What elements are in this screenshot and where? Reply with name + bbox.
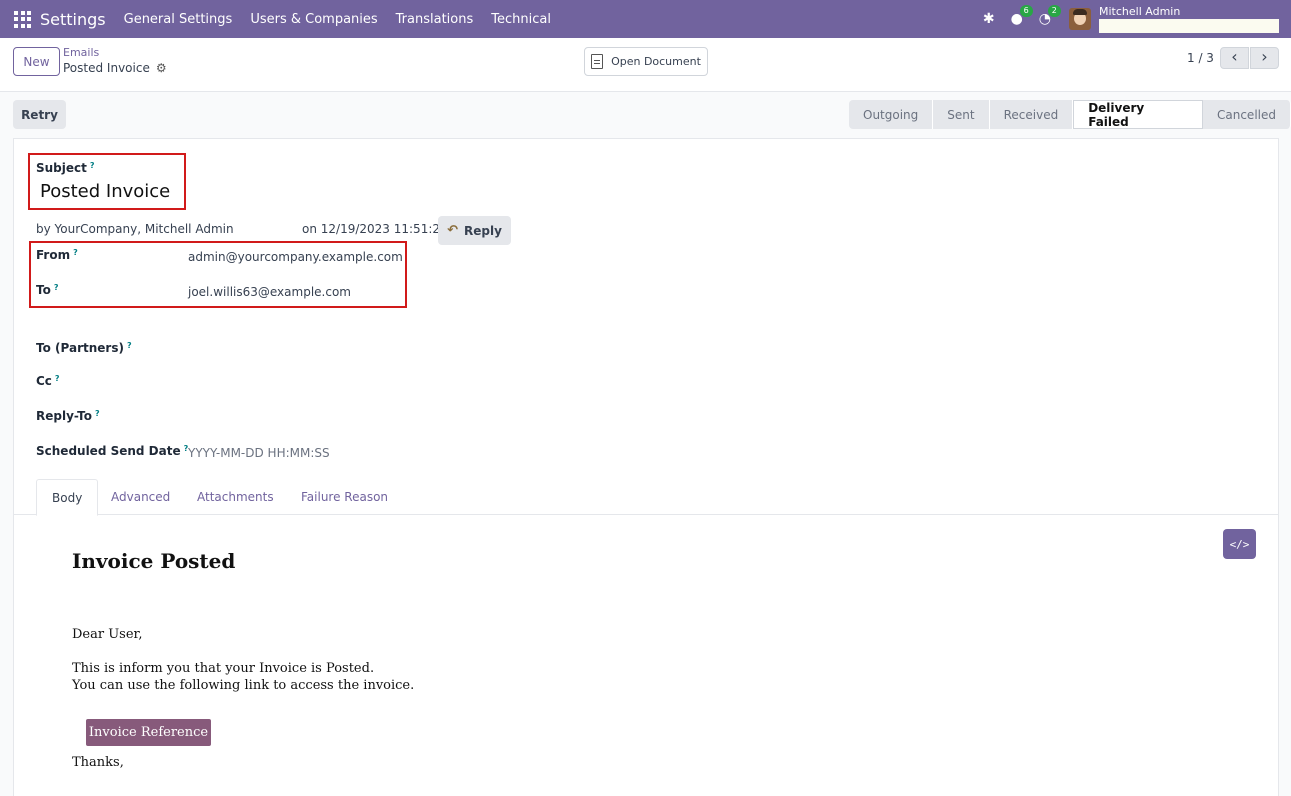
pager-next-button[interactable]: › bbox=[1250, 47, 1279, 69]
bug-icon[interactable]: ✱ bbox=[983, 11, 995, 27]
email-line-1: This is inform you that your Invoice is … bbox=[72, 661, 375, 676]
reply-to-label: Reply-To? bbox=[36, 409, 100, 423]
chevron-right-icon: › bbox=[1261, 47, 1268, 66]
code-icon: </> bbox=[1229, 537, 1250, 551]
tab-attachments[interactable]: Attachments bbox=[182, 479, 289, 515]
gear-icon[interactable]: ⚙ bbox=[156, 61, 167, 75]
chat-icon[interactable]: ● 6 bbox=[1011, 5, 1033, 27]
stage-outgoing[interactable]: Outgoing bbox=[849, 100, 934, 129]
tab-failure-reason[interactable]: Failure Reason bbox=[286, 479, 403, 515]
cc-label: Cc? bbox=[36, 374, 60, 388]
pager-previous-button[interactable]: ‹ bbox=[1220, 47, 1249, 69]
top-navbar: Settings General Settings Users & Compan… bbox=[0, 0, 1291, 38]
help-icon[interactable]: ? bbox=[95, 409, 100, 418]
scheduled-date-label: Scheduled Send Date? bbox=[36, 444, 188, 458]
highlight-from-to-box bbox=[29, 241, 407, 308]
retry-button[interactable]: Retry bbox=[13, 100, 66, 129]
document-icon bbox=[591, 54, 604, 69]
breadcrumb-emails[interactable]: Emails bbox=[63, 46, 99, 59]
form-sheet: Subject? Posted Invoice by YourCompany, … bbox=[13, 138, 1279, 796]
reply-to-label-text: Reply-To bbox=[36, 409, 92, 423]
notebook-tabs: Body Advanced Attachments Failure Reason bbox=[14, 479, 1278, 516]
menu-general-settings[interactable]: General Settings bbox=[124, 12, 233, 27]
help-icon[interactable]: ? bbox=[127, 341, 132, 350]
menu-users-companies[interactable]: Users & Companies bbox=[250, 12, 377, 27]
chevron-left-icon: ‹ bbox=[1231, 47, 1238, 66]
scheduled-date-label-text: Scheduled Send Date bbox=[36, 444, 181, 458]
breadcrumb-current: Posted Invoice ⚙ bbox=[63, 61, 167, 75]
menu-translations[interactable]: Translations bbox=[396, 12, 474, 27]
date-text: on 12/19/2023 11:51:24 bbox=[302, 222, 448, 236]
stage-cancelled[interactable]: Cancelled bbox=[1203, 100, 1291, 129]
email-line-2: You can use the following link to access… bbox=[72, 678, 415, 693]
open-document-button[interactable]: Open Document bbox=[584, 47, 708, 76]
status-bar: Outgoing Sent Received Delivery Failed C… bbox=[849, 100, 1291, 129]
pager-value[interactable]: 1 / 3 bbox=[1187, 51, 1214, 65]
highlight-subject-box bbox=[28, 153, 186, 210]
reply-button[interactable]: ↶ Reply bbox=[438, 216, 511, 245]
to-partners-label: To (Partners)? bbox=[36, 341, 132, 355]
breadcrumb-current-label: Posted Invoice bbox=[63, 61, 150, 75]
app-brand[interactable]: Settings bbox=[40, 10, 106, 29]
activity-badge: 2 bbox=[1047, 5, 1061, 17]
stage-received[interactable]: Received bbox=[989, 100, 1074, 129]
menu-technical[interactable]: Technical bbox=[491, 12, 551, 27]
user-name: Mitchell Admin bbox=[1099, 4, 1181, 18]
chat-badge: 6 bbox=[1019, 5, 1033, 17]
invoice-reference-button[interactable]: Invoice Reference bbox=[86, 719, 211, 746]
activity-clock-icon[interactable]: ◔ 2 bbox=[1039, 5, 1061, 27]
apps-menu-icon[interactable] bbox=[14, 10, 31, 28]
user-avatar[interactable] bbox=[1069, 8, 1091, 30]
code-view-button[interactable]: </> bbox=[1223, 529, 1256, 559]
cc-label-text: Cc bbox=[36, 374, 52, 388]
control-panel: New Emails Posted Invoice ⚙ Open Documen… bbox=[0, 38, 1291, 92]
systray: ✱ ● 6 ◔ 2 Mitchell Admin bbox=[975, 0, 1279, 38]
stage-sent[interactable]: Sent bbox=[933, 100, 990, 129]
reply-label: Reply bbox=[464, 223, 502, 238]
help-icon[interactable]: ? bbox=[55, 374, 60, 383]
email-greeting: Dear User, bbox=[72, 627, 143, 642]
reply-icon: ↶ bbox=[447, 223, 458, 238]
tab-advanced[interactable]: Advanced bbox=[96, 479, 185, 515]
user-company-bar bbox=[1099, 18, 1279, 33]
email-body-title: Invoice Posted bbox=[72, 549, 236, 573]
stage-delivery-failed[interactable]: Delivery Failed bbox=[1073, 100, 1203, 129]
author-text: by YourCompany, Mitchell Admin bbox=[36, 222, 234, 236]
new-button[interactable]: New bbox=[13, 47, 60, 76]
open-document-label: Open Document bbox=[611, 55, 701, 68]
to-partners-label-text: To (Partners) bbox=[36, 341, 124, 355]
user-menu[interactable]: Mitchell Admin bbox=[1099, 4, 1279, 33]
email-closing: Thanks, bbox=[72, 755, 124, 770]
tab-body[interactable]: Body bbox=[36, 479, 99, 516]
scheduled-date-input[interactable]: YYYY-MM-DD HH:MM:SS bbox=[188, 446, 330, 460]
